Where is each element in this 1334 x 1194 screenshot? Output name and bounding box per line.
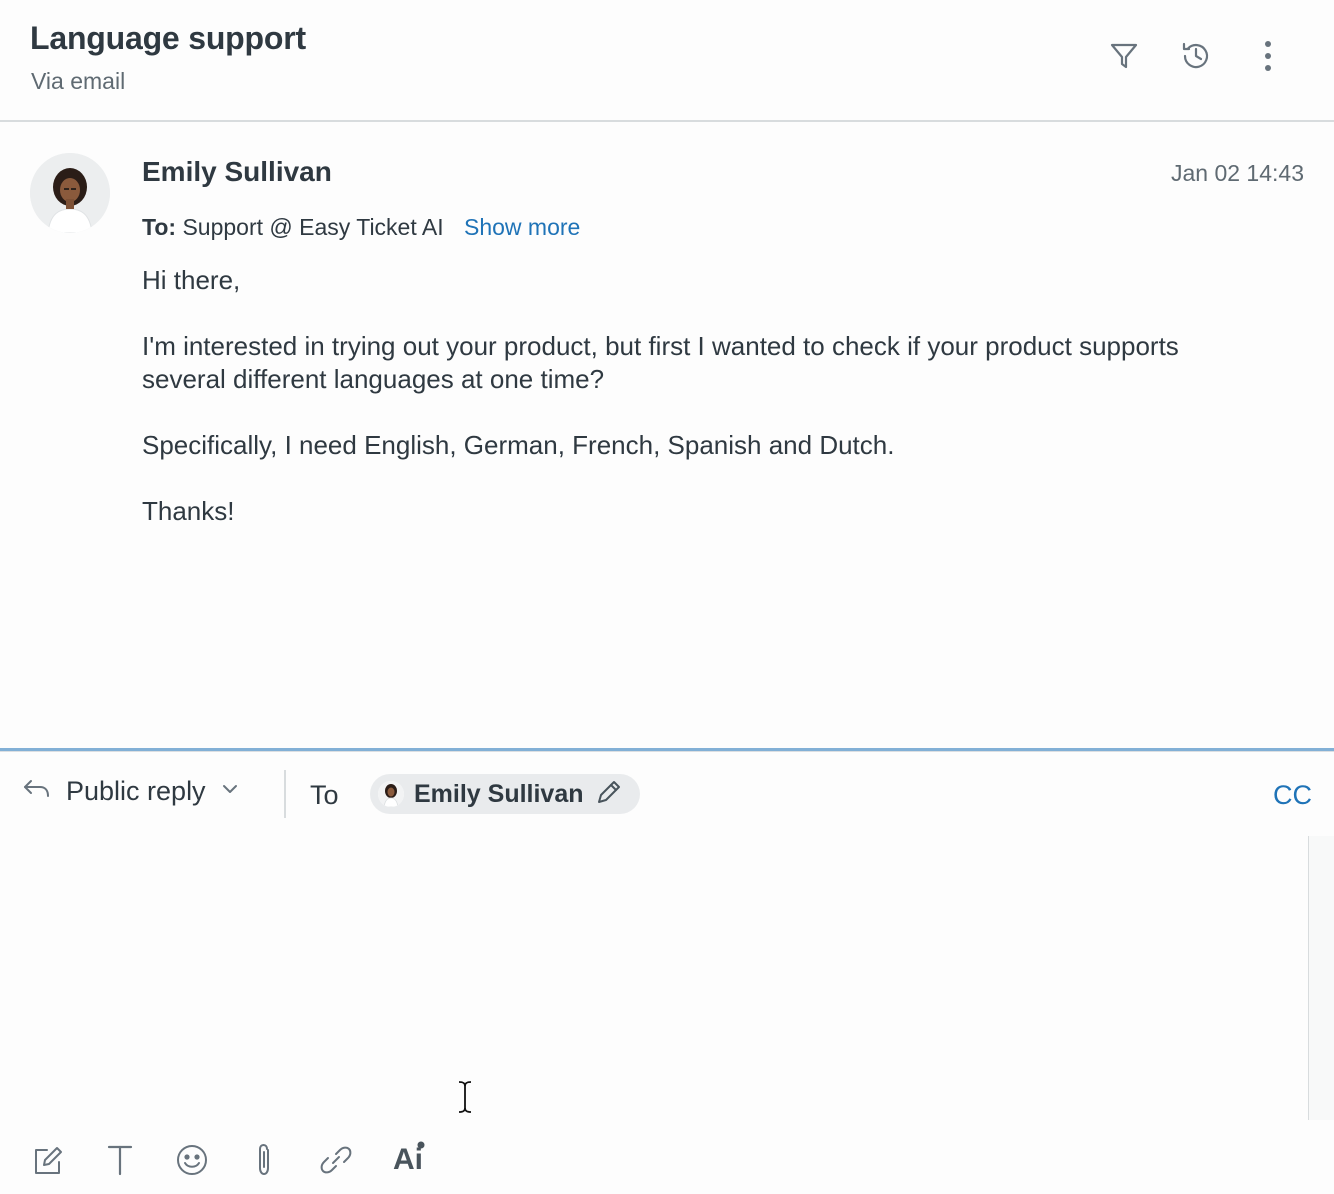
reply-composer: Public reply To Emily Sullivan CC Ai [0, 752, 1334, 1194]
ticket-title: Language support [30, 20, 306, 56]
reply-type-label: Public reply [66, 776, 206, 806]
link-icon[interactable] [318, 1140, 354, 1180]
recipient-chip[interactable]: Emily Sullivan [370, 774, 640, 814]
message-timestamp: Jan 02 14:43 [1170, 160, 1304, 186]
recipient-name: Emily Sullivan [414, 779, 584, 808]
chevron-down-icon [220, 782, 240, 801]
message-paragraph: Thanks! [142, 496, 235, 526]
editor-scrollbar[interactable] [1308, 836, 1334, 1120]
message-paragraph: I'm interested in trying out your produc… [142, 331, 1179, 394]
message-paragraph: Hi there, [142, 265, 241, 295]
reply-type-dropdown[interactable]: Public reply [22, 776, 240, 807]
sender-avatar [30, 153, 110, 233]
ai-icon[interactable]: Ai [390, 1140, 426, 1180]
text-format-icon[interactable] [102, 1140, 138, 1180]
composer-toolbar: Ai [30, 1140, 426, 1180]
message-paragraph: Specifically, I need English, German, Fr… [142, 430, 895, 460]
more-vertical-icon[interactable] [1250, 38, 1286, 74]
message-body: Hi there, I'm interested in trying out y… [142, 264, 1262, 561]
ticket-header: Language support Via email [0, 0, 1334, 122]
ticket-channel: Via email [31, 68, 126, 94]
show-more-link[interactable]: Show more [464, 214, 580, 240]
to-value: Support @ Easy Ticket AI [182, 214, 444, 240]
composer-separator [284, 770, 286, 818]
cc-button[interactable]: CC [1273, 780, 1312, 811]
compose-icon[interactable] [30, 1140, 66, 1180]
attachment-icon[interactable] [246, 1140, 282, 1180]
reply-arrow-icon [22, 777, 52, 806]
composer-to-label: To [310, 780, 339, 810]
pencil-icon[interactable] [594, 777, 624, 812]
reply-editor[interactable] [0, 836, 1308, 1120]
recipient-avatar [378, 781, 404, 807]
history-icon[interactable] [1178, 38, 1214, 74]
filter-icon[interactable] [1106, 38, 1142, 74]
recipient-line: To: Support @ Easy Ticket AI Show more [142, 214, 580, 241]
sender-name[interactable]: Emily Sullivan [142, 156, 332, 188]
to-label: To: [142, 214, 177, 240]
text-cursor-icon [456, 1080, 474, 1114]
emoji-icon[interactable] [174, 1140, 210, 1180]
